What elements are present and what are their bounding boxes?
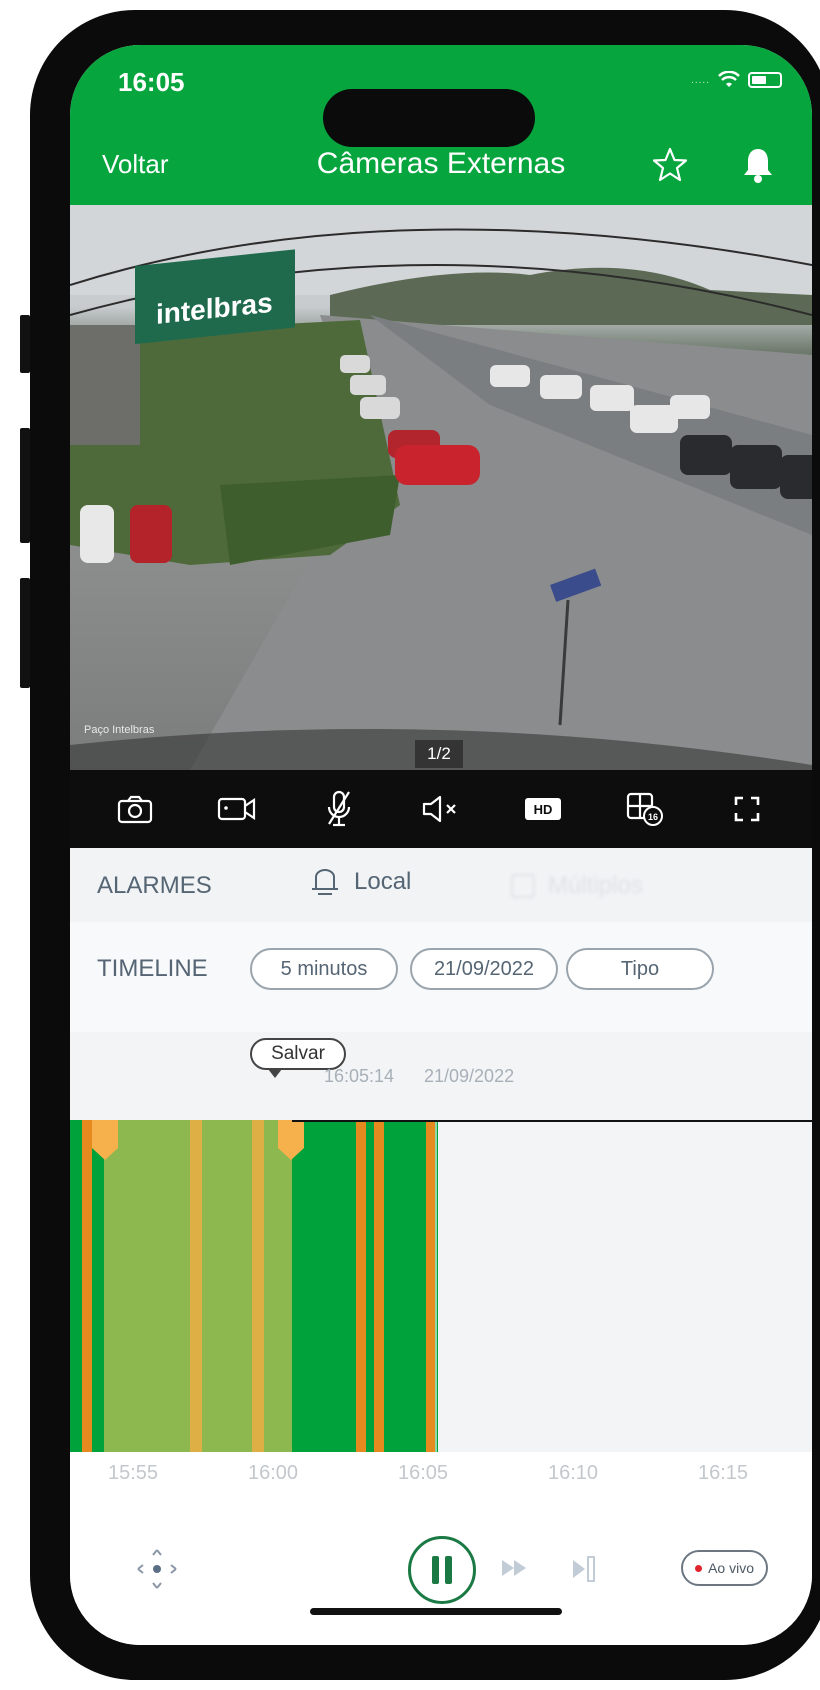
wifi-icon — [718, 71, 740, 87]
app-header: 16:05 ..... Voltar Câmeras Externas — [70, 45, 812, 205]
storage-icon — [312, 869, 338, 895]
timeline-track[interactable] — [70, 1120, 812, 1460]
tick-label: 16:15 — [698, 1462, 749, 1484]
grid-16-icon: 16 — [626, 792, 663, 826]
timeline-label: TIMELINE — [97, 955, 208, 982]
camera-page-indicator: 1/2 — [415, 740, 463, 768]
pause-button[interactable] — [408, 1536, 476, 1604]
record-button[interactable] — [215, 787, 259, 831]
timeline-filters: TIMELINE 5 minutos 21/09/2022 Tipo — [70, 922, 812, 1032]
live-button[interactable]: Ao vivo — [681, 1550, 768, 1586]
tick-label: 15:55 — [108, 1462, 159, 1484]
date-chip[interactable]: 21/09/2022 — [410, 948, 558, 990]
live-dot-icon — [695, 1564, 703, 1572]
snapshot-button[interactable] — [113, 787, 157, 831]
interval-chip[interactable]: 5 minutos — [250, 948, 398, 990]
home-indicator[interactable] — [310, 1608, 562, 1615]
live-label: Ao vivo — [708, 1560, 754, 1576]
playback-tabs: ALARMES Local Múltiplos — [70, 848, 812, 922]
status-icons: ..... — [691, 71, 782, 89]
battery-icon — [748, 72, 782, 88]
fullscreen-button[interactable] — [725, 787, 769, 831]
tab-alarmes[interactable]: ALARMES — [97, 872, 212, 900]
timeline-top-line — [292, 1120, 812, 1122]
ptz-control-icon[interactable] — [130, 1542, 184, 1596]
status-time: 16:05 — [118, 67, 185, 97]
phone-side-button — [20, 428, 30, 543]
phone-side-button — [20, 578, 30, 688]
tab-multiplos[interactable]: Múltiplos — [510, 862, 720, 910]
timeline[interactable]: Salvar 16:05:14 21/09/2022 — [70, 1032, 812, 1460]
camera-scene: intelbras — [70, 205, 812, 770]
event-marker — [82, 1120, 92, 1460]
signal-icon: ..... — [691, 74, 710, 86]
tab-multiplos-label: Múltiplos — [548, 872, 643, 899]
cursor-date: 21/09/2022 — [424, 1066, 515, 1086]
event-marker — [426, 1120, 436, 1460]
mic-off-icon — [327, 790, 351, 827]
cursor-time: 16:05:14 — [324, 1066, 395, 1086]
page-title: Câmeras Externas — [316, 147, 566, 180]
hd-label: HD — [534, 802, 553, 817]
favorite-star-icon[interactable] — [650, 145, 690, 185]
grid-layout-button[interactable]: 16 — [623, 787, 667, 831]
speaker-muted-icon — [422, 795, 456, 823]
microphone-button[interactable] — [317, 787, 361, 831]
selection-range — [104, 1120, 292, 1460]
app-screen: 16:05 ..... Voltar Câmeras Externas inte… — [70, 45, 812, 1645]
timeline-axis: 15:55 16:00 16:05 16:10 16:15 — [70, 1452, 812, 1512]
event-marker — [356, 1120, 366, 1460]
tab-local-label: Local — [354, 868, 412, 895]
bell-icon[interactable] — [740, 145, 776, 185]
fullscreen-icon — [734, 796, 760, 822]
speaker-button[interactable] — [419, 787, 463, 831]
dynamic-island — [323, 89, 535, 147]
fast-forward-icon[interactable] — [500, 1556, 530, 1580]
camera-icon — [117, 795, 153, 824]
phone-side-button — [20, 315, 30, 373]
tick-label: 16:05 — [398, 1462, 449, 1484]
tick-label: 16:00 — [248, 1462, 299, 1484]
type-chip[interactable]: Tipo — [566, 948, 714, 990]
record-video-icon — [217, 797, 256, 821]
playback-controls: Ao vivo — [70, 1512, 812, 1645]
camera-feed[interactable]: intelbras Paço Intelbras 1/2 — [70, 205, 812, 770]
tick-label: 16:10 — [548, 1462, 599, 1484]
grid-badge: 16 — [648, 812, 658, 822]
hd-quality-button[interactable]: HD — [521, 787, 565, 831]
pause-icon — [432, 1556, 439, 1584]
step-forward-icon[interactable] — [570, 1554, 600, 1584]
camera-toolbar: HD 16 — [70, 770, 812, 848]
event-marker — [374, 1120, 384, 1460]
tab-local[interactable]: Local — [310, 868, 411, 896]
camera-watermark: Paço Intelbras — [84, 724, 155, 736]
pause-icon — [445, 1556, 452, 1584]
hd-icon: HD — [525, 798, 561, 820]
multiple-icon — [511, 874, 535, 898]
